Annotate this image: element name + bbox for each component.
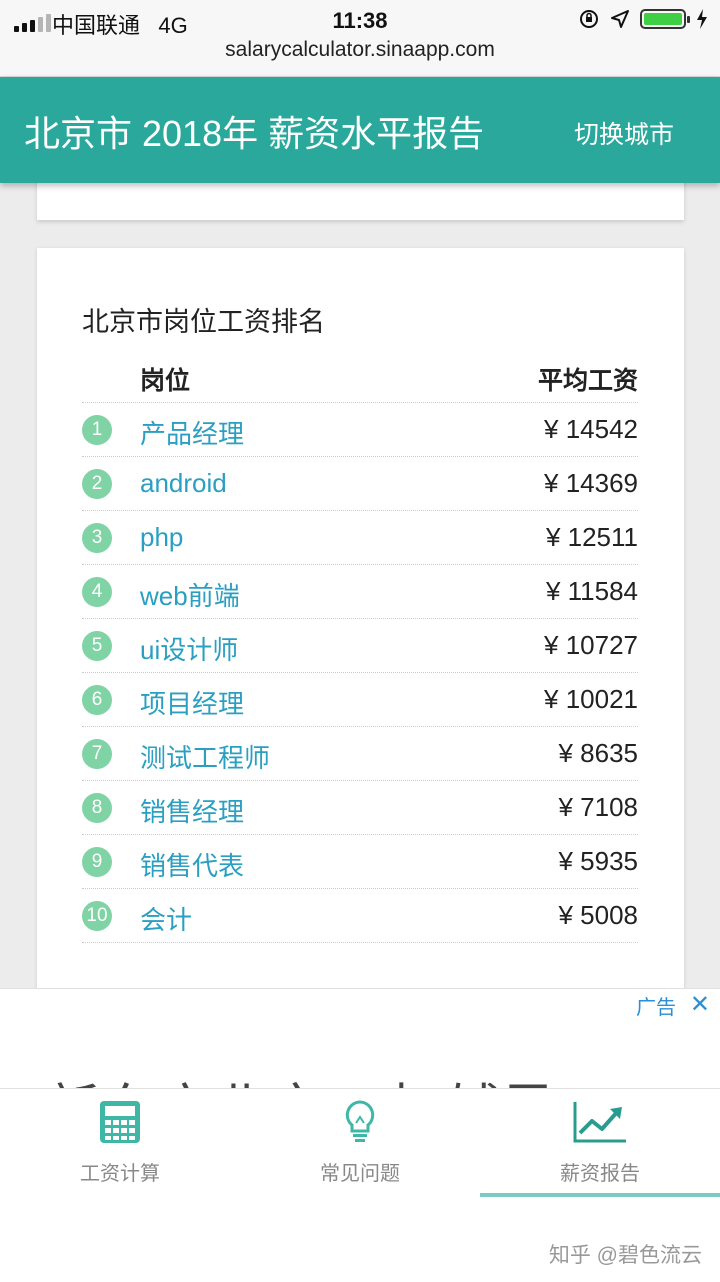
status-bar: 中国联通 4G 11:38 salarycalculator.sinaapp.c… <box>0 0 720 77</box>
column-header-salary: 平均工资 <box>537 367 638 395</box>
ranking-row[interactable]: 6 项目经理 ¥ 10021 <box>82 673 638 727</box>
average-salary: ¥ 7108 <box>558 792 638 822</box>
calculator-icon <box>100 1101 140 1143</box>
trend-chart-icon <box>573 1102 626 1143</box>
rank-number-badge: 7 <box>82 739 112 769</box>
ranking-row[interactable]: 1 产品经理 ¥ 14542 <box>82 403 638 457</box>
rank-number-badge: 10 <box>82 901 112 931</box>
ranking-row[interactable]: 10 会计 ¥ 5008 <box>82 889 638 943</box>
tab-salary-calculator[interactable]: 工资计算 <box>0 1089 240 1197</box>
rank-number-badge: 3 <box>82 523 112 553</box>
ranking-row[interactable]: 7 测试工程师 ¥ 8635 <box>82 727 638 781</box>
switch-city-button[interactable]: 切换城市 <box>574 115 674 151</box>
ranking-list: 1 产品经理 ¥ 14542 2 android ¥ 14369 3 php ¥ 12511 4 w… <box>82 402 638 943</box>
page-title: 北京市 2018年 薪资水平报告 <box>24 113 485 154</box>
average-salary: ¥ 10021 <box>544 684 638 714</box>
rank-number-badge: 5 <box>82 631 112 661</box>
tab-label: 薪资报告 <box>560 1163 640 1185</box>
ranking-row[interactable]: 3 php ¥ 12511 <box>82 511 638 565</box>
average-salary: ¥ 8635 <box>558 738 638 768</box>
bottom-tab-bar: 工资计算 常见问题 薪资报告 知乎 @碧色流云 <box>0 1088 720 1282</box>
app-header: 北京市 2018年 薪资水平报告 切换城市 <box>0 77 720 183</box>
average-salary: ¥ 5935 <box>558 846 638 876</box>
ranking-card: 北京市岗位工资排名 岗位 平均工资 1 产品经理 ¥ 14542 2 android ¥ … <box>37 248 684 1008</box>
ranking-row[interactable]: 5 ui设计师 ¥ 10727 <box>82 619 638 673</box>
average-salary: ¥ 10727 <box>544 630 638 660</box>
tab-salary-report[interactable]: 薪资报告 <box>480 1089 720 1197</box>
rank-number-badge: 1 <box>82 415 112 445</box>
ranking-row[interactable]: 4 web前端 ¥ 11584 <box>82 565 638 619</box>
charging-icon <box>697 9 707 29</box>
average-salary: ¥ 14369 <box>544 468 638 498</box>
position-link[interactable]: 产品经理 <box>140 414 244 451</box>
tab-label: 工资计算 <box>80 1163 160 1185</box>
ad-text[interactable]: 新东方北京1对1辅导 <box>46 1065 558 1089</box>
ranking-row[interactable]: 9 销售代表 ¥ 5935 <box>82 835 638 889</box>
tab-faq[interactable]: 常见问题 <box>240 1089 480 1197</box>
active-tab-indicator <box>480 1193 720 1197</box>
position-link[interactable]: php <box>140 522 183 553</box>
average-salary: ¥ 12511 <box>545 522 638 552</box>
average-salary: ¥ 11584 <box>545 576 638 606</box>
rank-number-badge: 2 <box>82 469 112 499</box>
position-link[interactable]: 会计 <box>140 900 192 937</box>
browser-url[interactable]: salarycalculator.sinaapp.com <box>0 38 720 62</box>
average-salary: ¥ 14542 <box>544 414 638 444</box>
position-link[interactable]: android <box>140 468 227 499</box>
position-link[interactable]: ui设计师 <box>140 630 238 667</box>
lightbulb-icon <box>345 1100 375 1142</box>
ranking-row[interactable]: 2 android ¥ 14369 <box>82 457 638 511</box>
rank-number-badge: 6 <box>82 685 112 715</box>
tab-label: 常见问题 <box>320 1163 400 1185</box>
rank-number-badge: 8 <box>82 793 112 823</box>
watermark: 知乎 @碧色流云 <box>548 1244 702 1267</box>
column-header-position: 岗位 <box>140 367 191 395</box>
position-link[interactable]: 测试工程师 <box>140 738 270 775</box>
rank-number-badge: 9 <box>82 847 112 877</box>
position-link[interactable]: web前端 <box>140 576 240 613</box>
position-link[interactable]: 项目经理 <box>140 684 244 721</box>
rank-number-badge: 4 <box>82 577 112 607</box>
ad-banner[interactable]: 广告 ✕ 新东方北京1对1辅导 <box>0 988 720 1089</box>
position-link[interactable]: 销售经理 <box>140 792 244 829</box>
rotation-lock-icon <box>580 10 598 28</box>
location-arrow-icon <box>611 10 629 28</box>
battery-icon <box>640 9 690 29</box>
average-salary: ¥ 5008 <box>558 900 638 930</box>
close-icon[interactable]: ✕ <box>690 990 710 1019</box>
ranking-row[interactable]: 8 销售经理 ¥ 7108 <box>82 781 638 835</box>
ranking-title: 北京市岗位工资排名 <box>82 307 325 337</box>
ad-label: 广告 <box>636 997 676 1019</box>
position-link[interactable]: 销售代表 <box>140 846 244 883</box>
